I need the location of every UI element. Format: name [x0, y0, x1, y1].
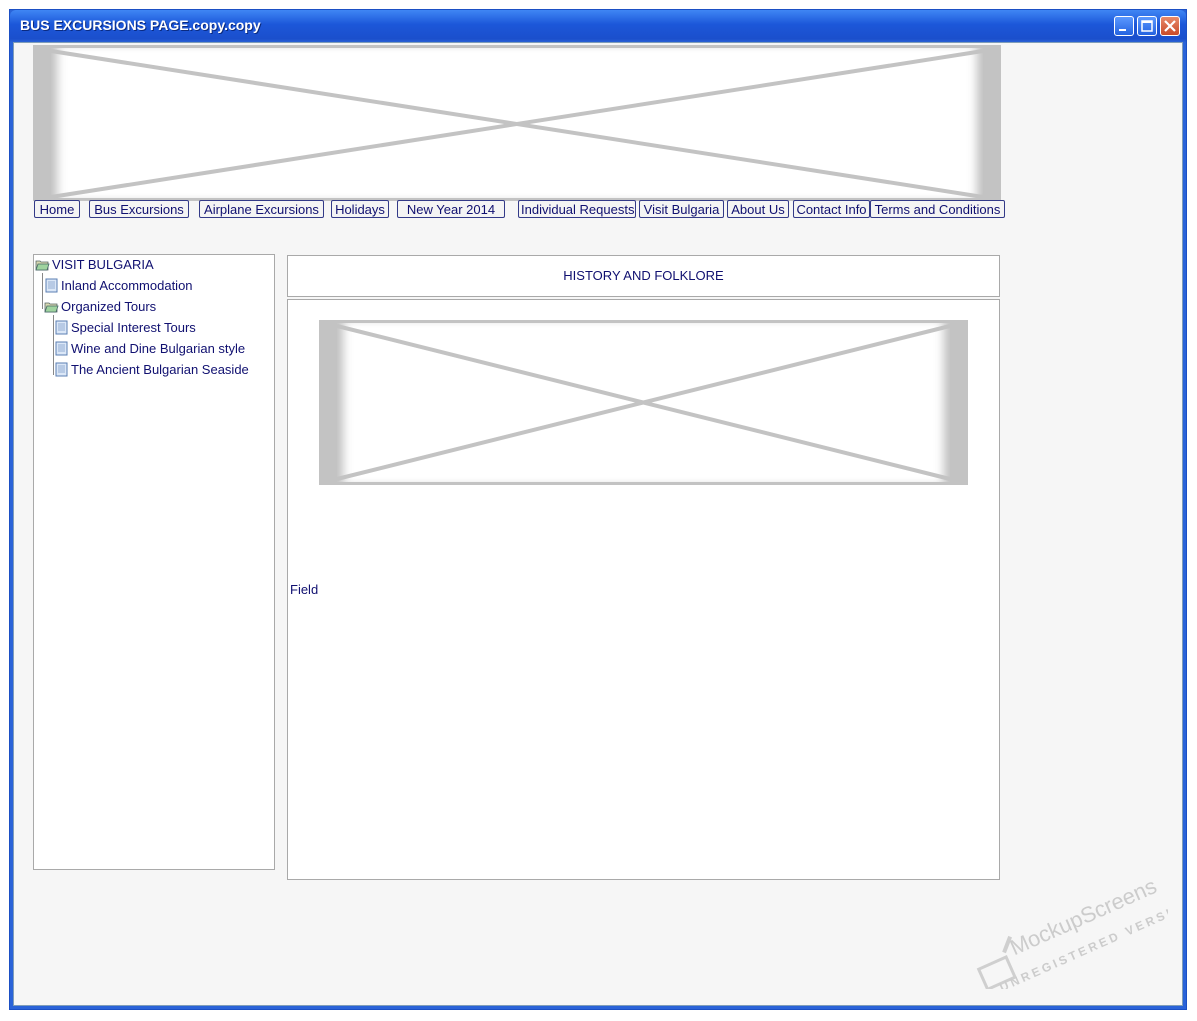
tree-item-inland-accommodation[interactable]: Inland Accommodation [44, 277, 193, 295]
app-window: BUS EXCURSIONS PAGE.copy.copy Home Bus E… [9, 9, 1197, 1010]
tree-root-item[interactable]: VISIT BULGARIA [35, 256, 154, 274]
document-icon [55, 362, 68, 377]
tree-item-label: Special Interest Tours [71, 320, 196, 335]
title-bar[interactable]: BUS EXCURSIONS PAGE.copy.copy [10, 10, 1186, 42]
nav-new-year-button[interactable]: New Year 2014 [397, 200, 505, 218]
nav-visit-bulgaria-button[interactable]: Visit Bulgaria [639, 200, 724, 218]
tree-panel: VISIT BULGARIA Inland Accommodation Orga… [33, 254, 275, 870]
tree-item-label: The Ancient Bulgarian Seaside [71, 362, 249, 377]
minimize-button[interactable] [1114, 16, 1134, 36]
content-image-placeholder [319, 320, 968, 485]
tree-item-wine-and-dine[interactable]: Wine and Dine Bulgarian style [54, 340, 245, 358]
tree-item-special-interest-tours[interactable]: Special Interest Tours [54, 319, 196, 337]
heading-panel: HISTORY AND FOLKLORE [287, 255, 1000, 297]
nav-bus-excursions-button[interactable]: Bus Excursions [89, 200, 189, 218]
minimize-icon [1119, 29, 1126, 31]
page-heading: HISTORY AND FOLKLORE [563, 268, 724, 283]
nav-individual-requests-button[interactable]: Individual Requests [518, 200, 636, 218]
nav-airplane-excursions-button[interactable]: Airplane Excursions [199, 200, 324, 218]
content-panel: Field [287, 299, 1000, 880]
document-icon [55, 341, 68, 356]
nav-home-button[interactable]: Home [34, 200, 80, 218]
nav-holidays-button[interactable]: Holidays [331, 200, 389, 218]
nav-contact-info-button[interactable]: Contact Info [793, 200, 870, 218]
watermark: MockupScreens UNREGISTERED VERSION [968, 859, 1197, 995]
tree-item-ancient-seaside[interactable]: The Ancient Bulgarian Seaside [54, 361, 249, 379]
tree-item-label: Organized Tours [61, 299, 157, 314]
field-label: Field [290, 582, 319, 597]
maximize-icon [1141, 20, 1153, 32]
tree-item-label: Inland Accommodation [61, 278, 193, 293]
maximize-button[interactable] [1137, 16, 1157, 36]
document-icon [55, 320, 68, 335]
banner-image-placeholder [33, 45, 1001, 201]
tree-item-label: Wine and Dine Bulgarian style [71, 341, 246, 356]
window-title: BUS EXCURSIONS PAGE.copy.copy [20, 17, 261, 33]
tree-root-label: VISIT BULGARIA [52, 257, 154, 272]
nav-terms-button[interactable]: Terms and Conditions [870, 200, 1005, 218]
open-folder-icon [44, 302, 59, 313]
window-client-area: Home Bus Excursions Airplane Excursions … [13, 42, 1197, 1006]
close-button[interactable] [1160, 16, 1180, 36]
open-folder-icon [35, 260, 50, 271]
tree-item-organized-tours[interactable]: Organized Tours [44, 298, 156, 316]
document-icon [45, 278, 58, 293]
nav-about-us-button[interactable]: About Us [727, 200, 789, 218]
close-icon [1164, 20, 1176, 32]
